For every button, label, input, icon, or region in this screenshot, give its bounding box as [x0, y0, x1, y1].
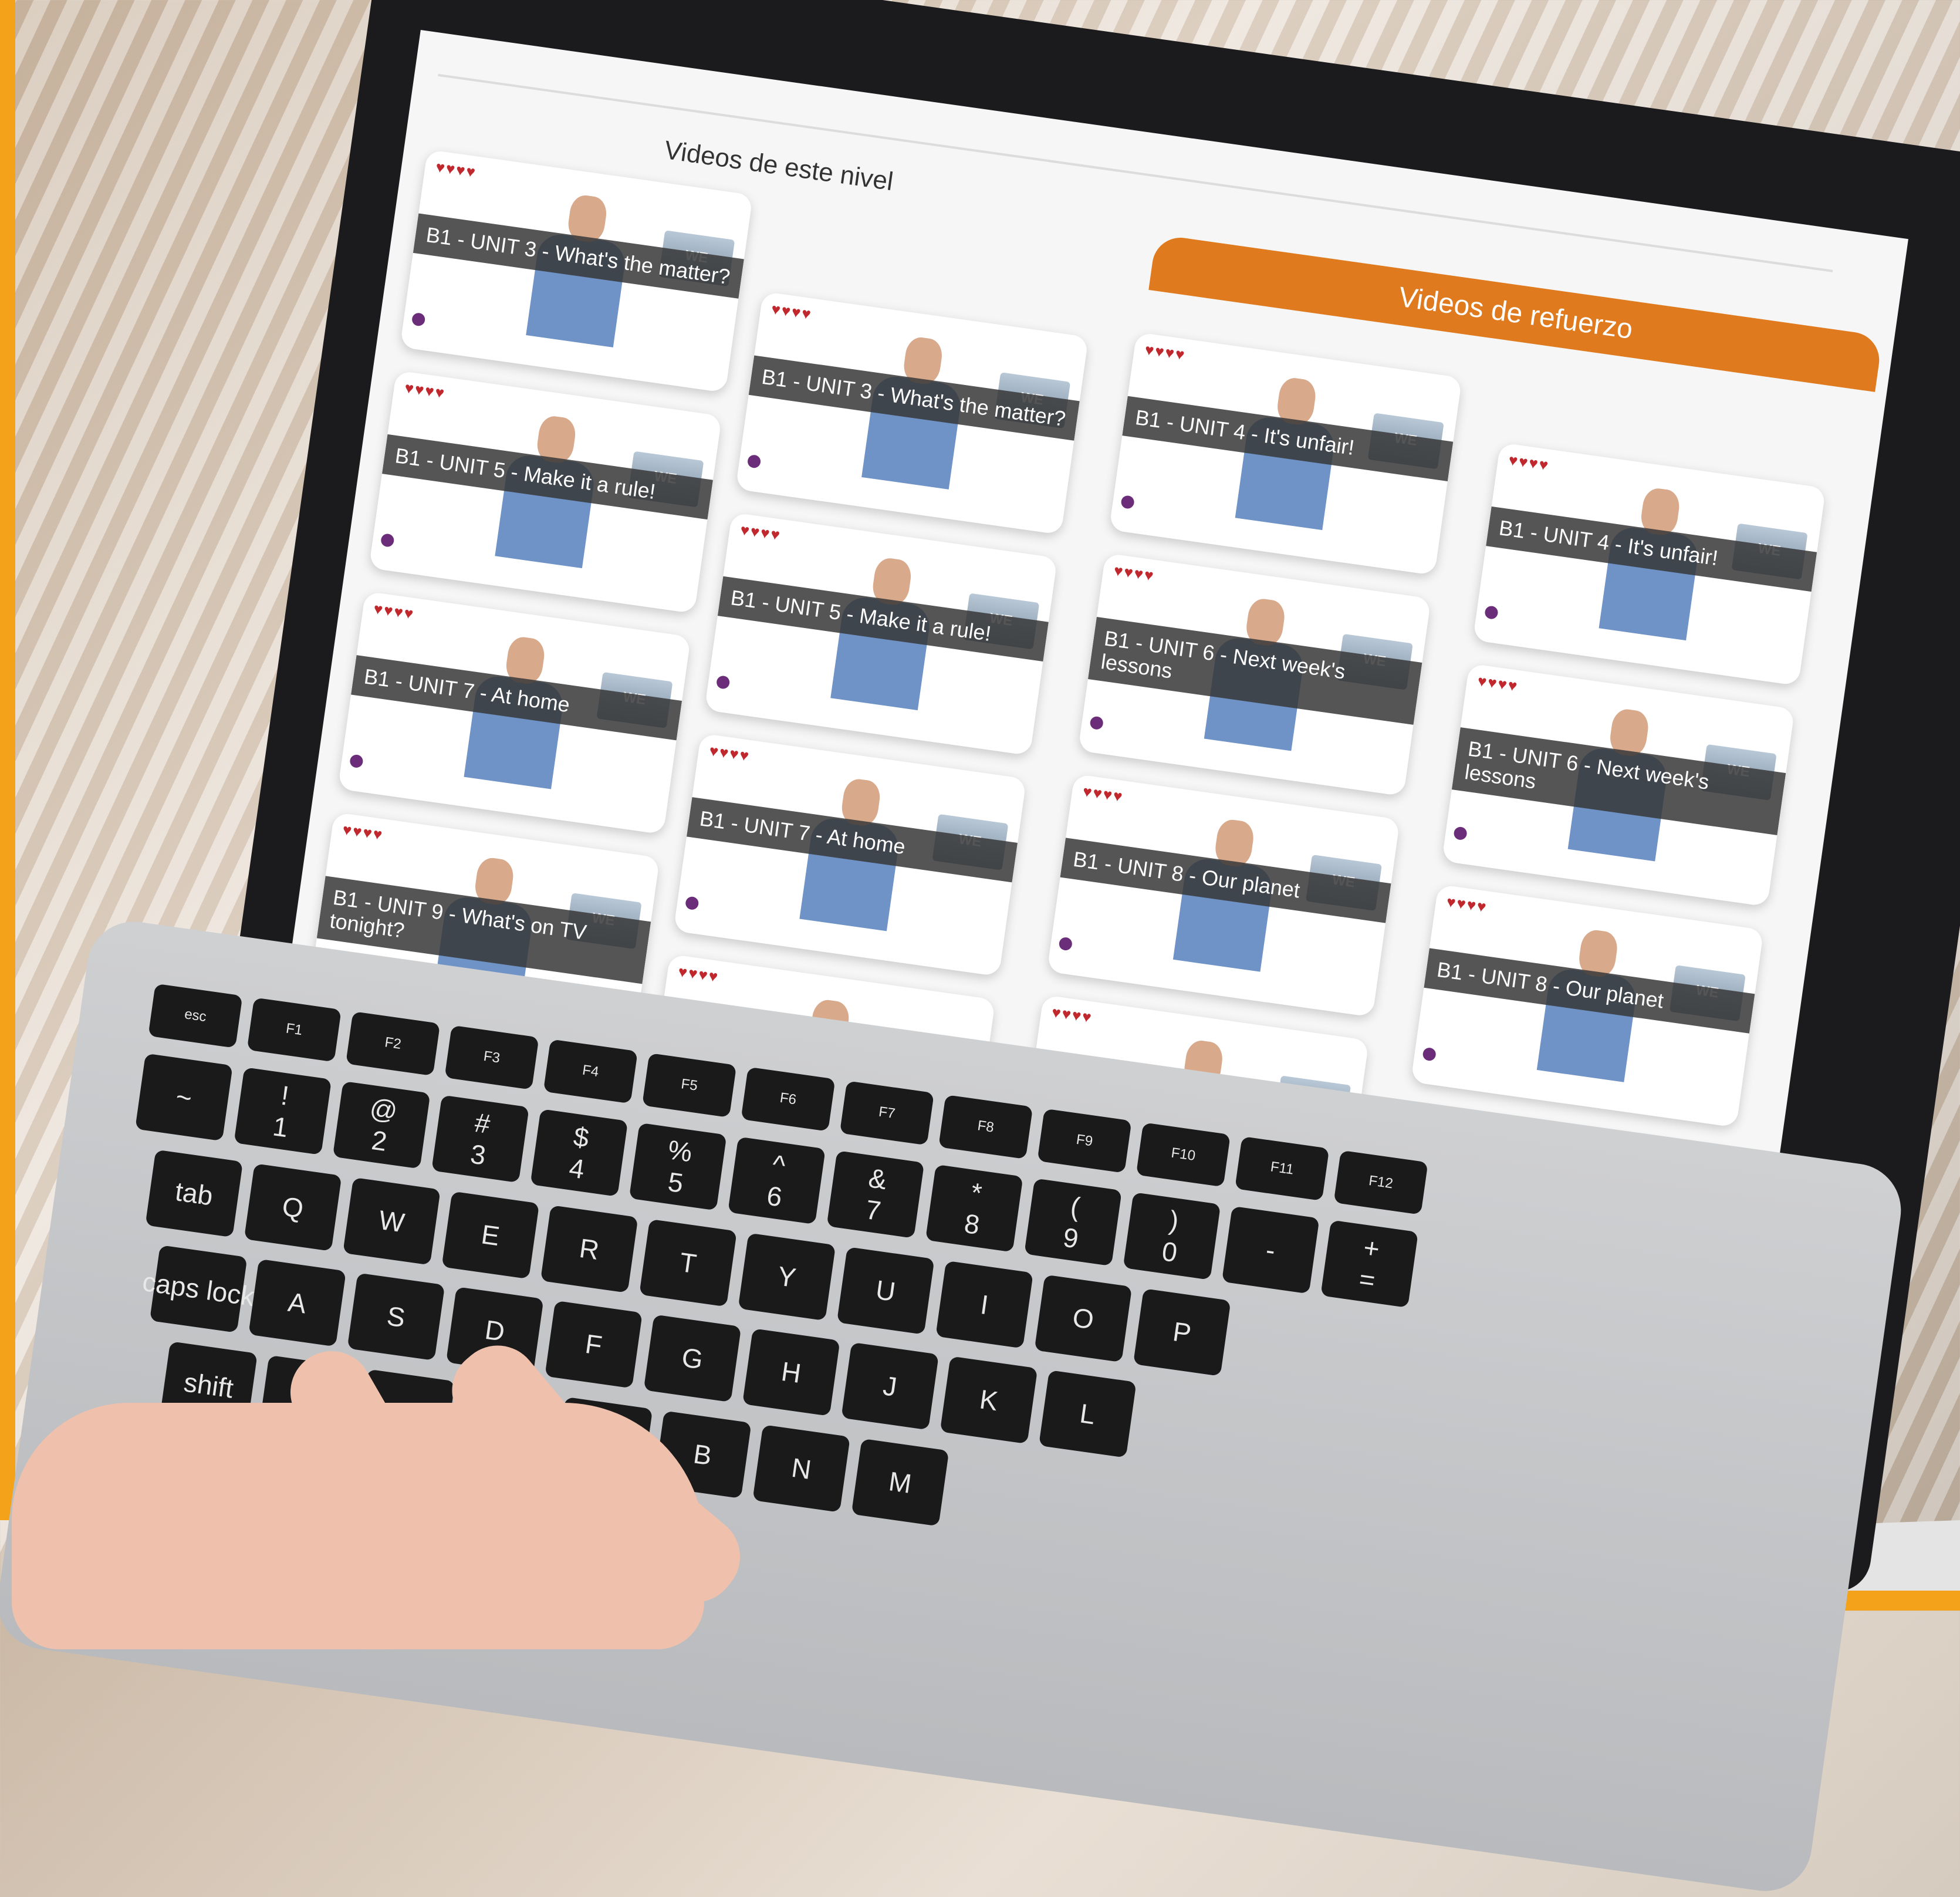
key[interactable]: esc: [148, 983, 243, 1048]
key[interactable]: I: [935, 1260, 1033, 1349]
key[interactable]: F8: [938, 1095, 1033, 1160]
play-dot-icon[interactable]: [380, 533, 395, 548]
key[interactable]: F2: [346, 1011, 441, 1076]
rating-hearts: ♥♥♥♥: [1113, 561, 1156, 585]
rating-hearts: ♥♥♥♥: [434, 157, 478, 181]
rating-hearts: ♥♥♥♥: [403, 379, 447, 402]
video-card[interactable]: ♥♥♥♥WEB1 - UNIT 7 - At home: [673, 733, 1027, 977]
key[interactable]: tab: [145, 1149, 244, 1238]
rating-hearts: ♥♥♥♥: [1445, 892, 1489, 916]
key[interactable]: # 3: [431, 1095, 529, 1183]
video-card[interactable]: ♥♥♥♥WEB1 - UNIT 6 - Next week's lessons: [1441, 663, 1795, 907]
rating-hearts: ♥♥♥♥: [677, 962, 721, 986]
play-dot-icon[interactable]: [1484, 605, 1499, 620]
key[interactable]: W: [343, 1177, 441, 1265]
key[interactable]: K: [940, 1356, 1038, 1444]
key[interactable]: U: [836, 1247, 935, 1335]
rating-hearts: ♥♥♥♥: [1082, 782, 1125, 806]
key[interactable]: + =: [1320, 1220, 1418, 1308]
hand: [12, 1262, 763, 1649]
video-card[interactable]: ♥♥♥♥WEB1 - UNIT 8 - Our planet: [1410, 884, 1764, 1128]
video-card[interactable]: ♥♥♥♥WEB1 - UNIT 6 - Next week's lessons: [1077, 553, 1431, 796]
key[interactable]: * 8: [925, 1164, 1023, 1253]
play-dot-icon[interactable]: [349, 754, 364, 769]
key[interactable]: F6: [741, 1066, 836, 1132]
key[interactable]: F4: [543, 1039, 638, 1104]
key[interactable]: @ 2: [332, 1081, 431, 1169]
key[interactable]: Q: [244, 1163, 342, 1251]
key[interactable]: J: [841, 1342, 939, 1430]
key[interactable]: F12: [1333, 1150, 1428, 1215]
key[interactable]: F9: [1037, 1108, 1132, 1173]
play-dot-icon[interactable]: [684, 896, 699, 911]
play-dot-icon[interactable]: [1120, 495, 1136, 509]
key[interactable]: ) 0: [1123, 1192, 1221, 1280]
rating-hearts: ♥♥♥♥: [372, 599, 416, 623]
rating-hearts: ♥♥♥♥: [341, 820, 385, 844]
video-card[interactable]: ♥♥♥♥WEB1 - UNIT 4 - It's unfair!: [1109, 332, 1462, 576]
play-dot-icon[interactable]: [1422, 1047, 1437, 1062]
play-dot-icon[interactable]: [715, 675, 731, 690]
rating-hearts: ♥♥♥♥: [1507, 451, 1551, 474]
key[interactable]: F11: [1235, 1136, 1330, 1201]
rating-hearts: ♥♥♥♥: [1050, 1003, 1094, 1027]
rating-hearts: ♥♥♥♥: [1144, 340, 1187, 364]
rating-hearts: ♥♥♥♥: [1476, 671, 1520, 696]
video-card[interactable]: ♥♥♥♥WEB1 - UNIT 5 - Make it a rule!: [704, 512, 1058, 756]
key[interactable]: ! 1: [234, 1067, 332, 1155]
key[interactable]: N: [752, 1425, 850, 1513]
video-card[interactable]: ♥♥♥♥WEB1 - UNIT 3 - What's the matter?: [735, 291, 1089, 535]
key[interactable]: ~: [135, 1053, 233, 1142]
key[interactable]: F1: [246, 997, 342, 1062]
key[interactable]: F3: [444, 1025, 539, 1090]
key[interactable]: ^ 6: [728, 1136, 826, 1225]
video-card[interactable]: ♥♥♥♥WEB1 - UNIT 5 - Make it a rule!: [369, 370, 722, 614]
key[interactable]: O: [1034, 1274, 1133, 1363]
rating-hearts: ♥♥♥♥: [739, 521, 782, 544]
key[interactable]: F10: [1136, 1122, 1231, 1187]
key[interactable]: ( 9: [1024, 1178, 1122, 1267]
key[interactable]: & 7: [826, 1150, 925, 1238]
key[interactable]: M: [851, 1438, 949, 1527]
play-dot-icon[interactable]: [1058, 936, 1073, 951]
key[interactable]: -: [1221, 1206, 1320, 1294]
key[interactable]: P: [1133, 1288, 1231, 1376]
key[interactable]: % 5: [628, 1122, 727, 1211]
rating-hearts: ♥♥♥♥: [770, 299, 813, 323]
play-dot-icon[interactable]: [411, 312, 426, 327]
key[interactable]: $ 4: [530, 1109, 628, 1197]
video-card[interactable]: ♥♥♥♥WEB1 - UNIT 7 - At home: [337, 591, 691, 835]
video-card[interactable]: ♥♥♥♥WEB1 - UNIT 4 - It's unfair!: [1472, 442, 1826, 686]
video-card[interactable]: ♥♥♥♥WEB1 - UNIT 8 - Our planet: [1046, 774, 1400, 1018]
key[interactable]: F7: [839, 1081, 934, 1146]
play-dot-icon[interactable]: [1453, 826, 1468, 841]
play-dot-icon[interactable]: [1089, 715, 1104, 731]
play-dot-icon[interactable]: [746, 454, 762, 469]
rating-hearts: ♥♥♥♥: [708, 741, 751, 765]
key[interactable]: F5: [642, 1053, 737, 1118]
key[interactable]: L: [1039, 1370, 1137, 1458]
video-card[interactable]: ♥♥♥♥WEB1 - UNIT 3 - What's the matter?: [400, 149, 753, 393]
